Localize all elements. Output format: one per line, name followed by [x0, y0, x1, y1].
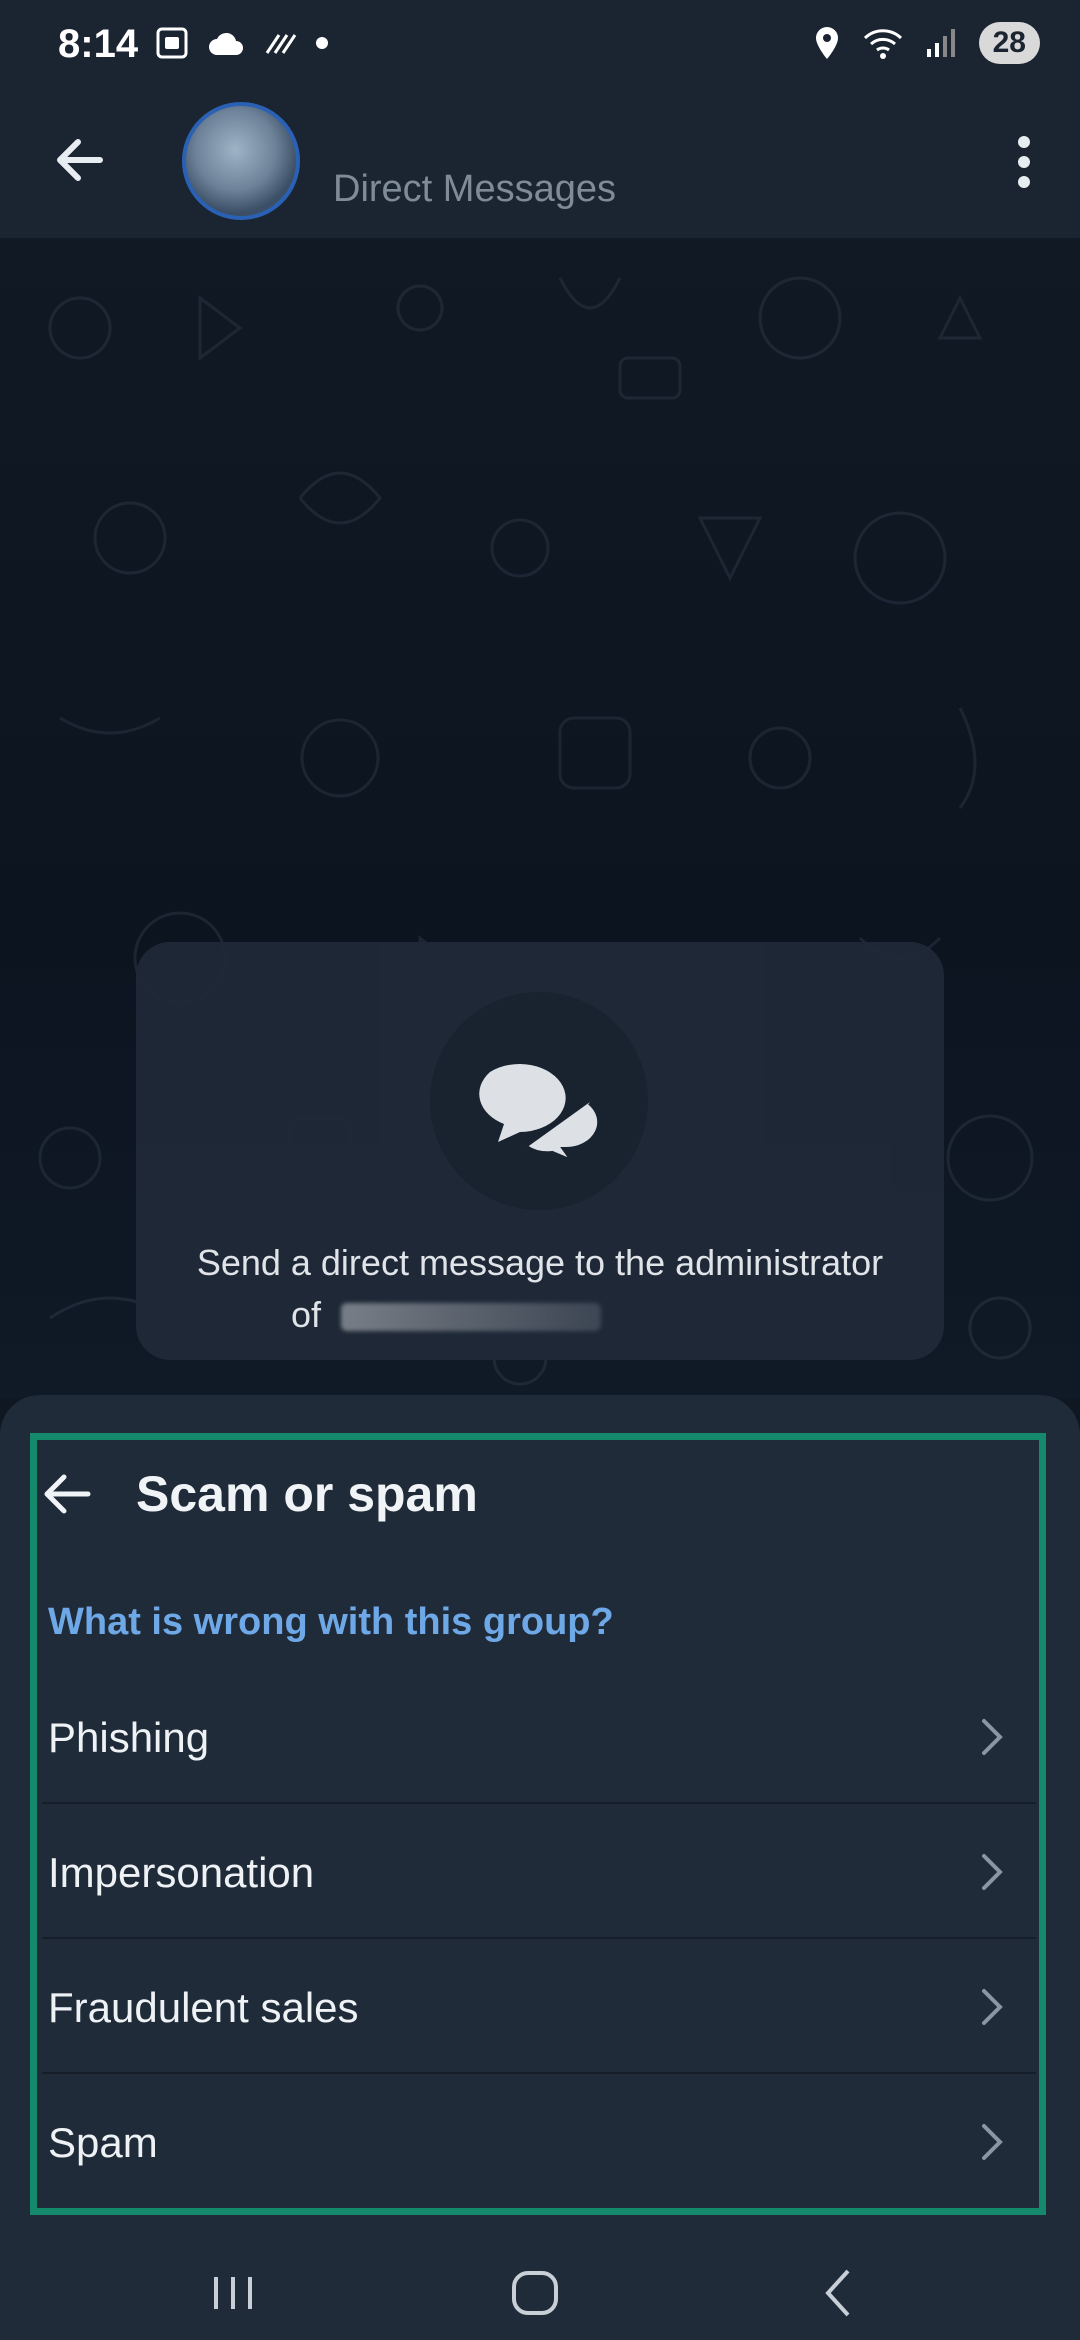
data-saver-icon — [265, 34, 297, 54]
sheet-subtitle: What is wrong with this group? — [48, 1601, 614, 1643]
option-spam[interactable]: Spam — [42, 2075, 1036, 2209]
chevron-right-icon — [982, 1989, 1003, 2025]
status-time: 8:14 — [58, 22, 139, 66]
dm-description-line2: of — [291, 1294, 891, 1336]
dm-description-of: of — [291, 1294, 322, 1335]
divider — [42, 2072, 1036, 2074]
option-label: Impersonation — [48, 1849, 315, 1896]
signal-icon — [926, 29, 955, 57]
chevron-right-icon — [982, 1719, 1003, 1755]
option-fraudulent-sales[interactable]: Fraudulent sales — [42, 1940, 1036, 2074]
divider — [42, 1802, 1036, 1804]
option-label: Fraudulent sales — [48, 1984, 359, 2031]
status-bar: 8:14 28 — [0, 0, 1080, 90]
screenshot-icon — [156, 27, 188, 59]
system-navigation-bar — [0, 2245, 1080, 2340]
option-phishing[interactable]: Phishing — [42, 1670, 1036, 1804]
home-icon[interactable] — [500, 2263, 570, 2323]
cloud-icon — [209, 32, 243, 55]
chat-bubbles-icon — [479, 1064, 604, 1171]
back-arrow-icon[interactable] — [48, 128, 112, 192]
blurred-group-name — [341, 1303, 602, 1332]
divider — [42, 1937, 1036, 1939]
direct-message-card: Send a direct message to the administrat… — [136, 942, 944, 1360]
chat-header: Direct Messages — [0, 90, 1080, 239]
status-icons-left — [155, 26, 329, 60]
system-back-icon[interactable] — [804, 2263, 874, 2323]
chat-title[interactable]: Direct Messages — [333, 168, 616, 211]
status-icons-right: 28 — [813, 22, 1040, 64]
recent-apps-icon[interactable] — [198, 2263, 268, 2323]
sheet-title: Scam or spam — [136, 1466, 478, 1522]
chevron-right-icon — [982, 2124, 1003, 2160]
option-label: Phishing — [48, 1714, 210, 1761]
option-impersonation[interactable]: Impersonation — [42, 1805, 1036, 1939]
more-options-icon[interactable] — [1014, 134, 1034, 190]
wifi-icon — [863, 29, 902, 59]
dm-description-line1: Send a direct message to the administrat… — [196, 1242, 884, 1283]
option-label: Spam — [48, 2119, 158, 2166]
sheet-back-arrow-icon[interactable] — [40, 1467, 94, 1521]
battery-indicator: 28 — [978, 22, 1040, 64]
chevron-right-icon — [982, 1854, 1003, 1890]
group-avatar[interactable] — [182, 102, 300, 220]
location-icon — [815, 27, 838, 59]
report-bottom-sheet: Scam or spam What is wrong with this gro… — [0, 1395, 1080, 2245]
notification-dot-icon — [316, 37, 328, 49]
dm-icon-container — [430, 992, 648, 1210]
